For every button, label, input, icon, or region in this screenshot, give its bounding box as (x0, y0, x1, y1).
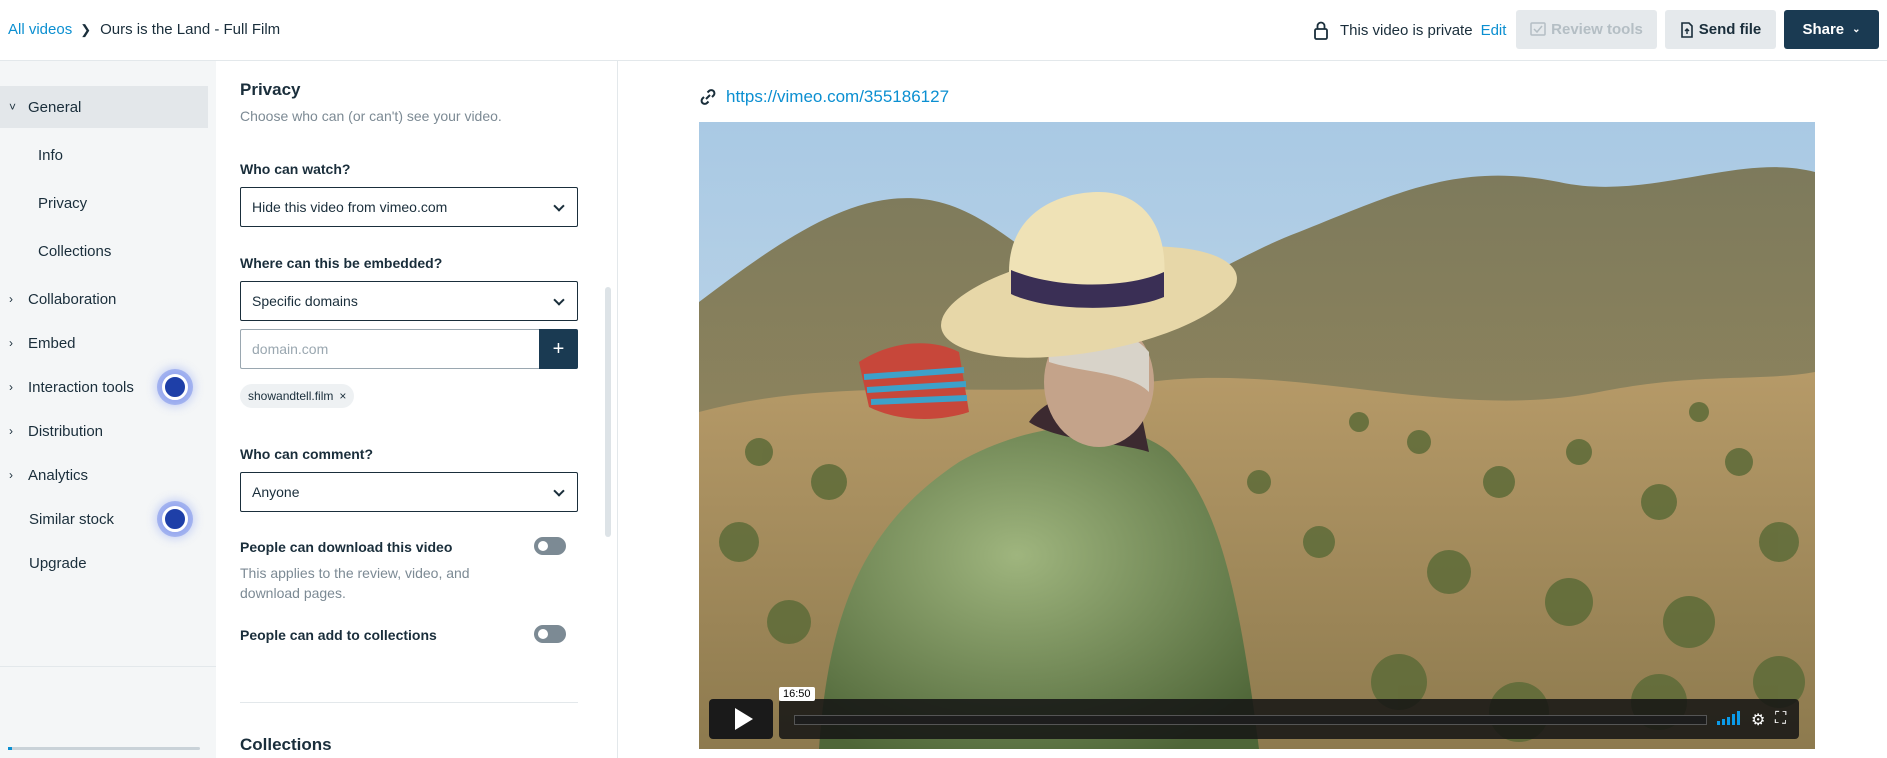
add-domain-button[interactable]: + (539, 329, 578, 369)
chevron-down-icon (553, 294, 565, 306)
seek-bar[interactable] (794, 715, 1707, 725)
review-icon (1530, 21, 1546, 36)
domain-chip-label: showandtell.film (248, 389, 334, 403)
gear-icon[interactable]: ⚙ (1751, 710, 1765, 730)
who-can-watch-label: Who can watch? (240, 161, 351, 177)
time-readout: 16:50 (779, 687, 815, 701)
sidebar-item-label: Distribution (28, 422, 104, 440)
privacy-title: Privacy (240, 80, 301, 99)
sidebar-item-collections[interactable]: Collections (0, 230, 208, 272)
sidebar-item-embed[interactable]: › Embed (0, 322, 208, 364)
link-icon (700, 89, 716, 105)
top-bar: All videos ❯ Ours is the Land - Full Fil… (0, 0, 1887, 61)
breadcrumb: All videos ❯ Ours is the Land - Full Fil… (8, 21, 280, 38)
embed-location-label: Where can this be embedded? (240, 255, 443, 271)
domain-input[interactable]: domain.com (240, 329, 539, 369)
collections-toggle-label: People can add to collections (240, 627, 437, 643)
chevron-right-icon: › (9, 424, 13, 438)
sidebar-progress (8, 747, 200, 750)
privacy-edit-link[interactable]: Edit (1481, 22, 1507, 39)
sidebar-item-info[interactable]: Info (0, 134, 208, 176)
chevron-down-icon (553, 485, 565, 497)
who-can-comment-label: Who can comment? (240, 446, 374, 462)
sidebar-item-label: Analytics (28, 466, 89, 484)
domain-chip: showandtell.film × (240, 384, 355, 408)
share-button[interactable]: Share ⌄ (1784, 10, 1879, 49)
chevron-down-icon: ˅ (9, 100, 17, 114)
sidebar-item-collaboration[interactable]: › Collaboration (0, 278, 208, 320)
sidebar-footer (0, 666, 216, 758)
privacy-status: This video is private Edit (1310, 19, 1506, 41)
sidebar-item-upgrade[interactable]: Upgrade (0, 542, 208, 584)
video-url-link[interactable]: https://vimeo.com/355186127 (726, 87, 949, 107)
download-toggle[interactable] (534, 537, 566, 555)
who-can-comment-select[interactable]: Anyone (240, 472, 578, 512)
video-frame-image (699, 122, 1815, 749)
sidebar-item-label: Interaction tools (28, 378, 134, 396)
sidebar-item-general[interactable]: ˅ General (0, 86, 208, 128)
sidebar-item-analytics[interactable]: › Analytics (0, 454, 208, 496)
chevron-right-icon: › (9, 336, 13, 350)
sidebar-item-label: General (28, 98, 82, 116)
download-description: This applies to the review, video, and d… (240, 565, 470, 601)
video-preview-area: https://vimeo.com/355186127 16:50 ⚙ ⛶ (618, 61, 1887, 758)
embed-location-value: Specific domains (252, 293, 358, 309)
who-can-comment-value: Anyone (252, 484, 300, 500)
breadcrumb-all-videos[interactable]: All videos (8, 21, 72, 38)
chevron-right-icon: › (9, 468, 13, 482)
breadcrumb-current: Ours is the Land - Full Film (100, 21, 281, 38)
video-player[interactable]: 16:50 ⚙ ⛶ (699, 122, 1815, 749)
sidebar-item-label: Upgrade (29, 554, 87, 572)
volume-icon[interactable] (1717, 711, 1740, 725)
sidebar-item-similar-stock[interactable]: Similar stock (0, 498, 208, 540)
hotspot-indicator[interactable] (162, 506, 188, 532)
player-controls: 16:50 ⚙ ⛶ (779, 687, 1799, 739)
sidebar-item-label: Info (38, 146, 64, 164)
privacy-status-text: This video is private (1340, 21, 1473, 39)
sidebar-item-interaction-tools[interactable]: › Interaction tools (0, 366, 208, 408)
sidebar-item-label: Collections (38, 242, 112, 260)
chevron-right-icon: › (9, 380, 13, 394)
share-label: Share (1802, 21, 1845, 38)
hotspot-indicator[interactable] (162, 374, 188, 400)
lock-icon (1314, 21, 1328, 40)
review-tools-label: Review tools (1551, 21, 1643, 38)
collections-toggle[interactable] (534, 625, 566, 643)
video-link-row: https://vimeo.com/355186127 (698, 87, 949, 107)
chevron-right-icon: ❯ (80, 21, 92, 37)
plus-icon: + (552, 337, 565, 360)
fullscreen-icon[interactable]: ⛶ (1775, 710, 1786, 728)
domain-input-placeholder: domain.com (252, 341, 329, 357)
sidebar-item-label: Privacy (38, 194, 88, 212)
download-toggle-label: People can download this video (240, 539, 453, 555)
file-icon (1680, 21, 1693, 38)
sidebar-item-label: Collaboration (28, 290, 117, 308)
collections-title: Collections (240, 735, 332, 754)
sidebar-item-distribution[interactable]: › Distribution (0, 410, 208, 452)
close-icon[interactable]: × (339, 389, 346, 403)
who-can-watch-value: Hide this video from vimeo.com (252, 199, 448, 215)
section-divider (240, 702, 578, 703)
review-tools-button[interactable]: Review tools (1516, 10, 1657, 49)
sidebar-item-privacy[interactable]: Privacy (0, 182, 208, 224)
play-button[interactable] (709, 699, 773, 739)
who-can-watch-select[interactable]: Hide this video from vimeo.com (240, 187, 578, 227)
embed-location-select[interactable]: Specific domains (240, 281, 578, 321)
privacy-settings-panel: Privacy Choose who can (or can't) see yo… (216, 61, 618, 758)
sidebar-item-label: Similar stock (29, 510, 115, 528)
chevron-right-icon: › (9, 292, 13, 306)
sidebar-item-label: Embed (28, 334, 76, 352)
send-file-button[interactable]: Send file (1665, 10, 1776, 49)
settings-sidebar: ˅ General Info Privacy Collections › Col… (0, 61, 216, 758)
privacy-subtitle: Choose who can (or can't) see your video… (240, 108, 502, 124)
chevron-down-icon (553, 200, 565, 212)
panel-scrollbar[interactable] (605, 287, 611, 537)
send-file-label: Send file (1698, 21, 1762, 38)
chevron-down-icon: ⌄ (1852, 24, 1861, 35)
